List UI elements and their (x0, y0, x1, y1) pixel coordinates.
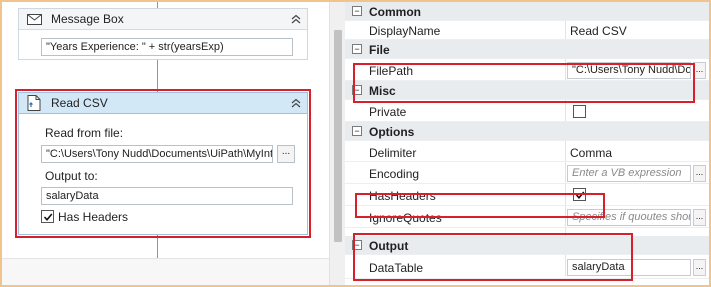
category-label: File (369, 43, 390, 57)
private-checkbox[interactable] (573, 105, 586, 118)
properties-panel: − Common DisplayName Read CSV − File Fil… (345, 2, 709, 285)
category-misc[interactable]: − Misc (345, 81, 709, 100)
read-from-file-label: Read from file: (45, 126, 124, 140)
category-label: Common (369, 5, 421, 19)
browse-button[interactable]: ... (693, 165, 706, 182)
property-name: HasHeaders (369, 189, 436, 203)
property-delimiter[interactable]: Delimiter Comma (345, 141, 709, 162)
category-label: Output (369, 239, 409, 253)
property-data-table[interactable]: DataTable salaryData ... (345, 255, 709, 279)
property-name: FilePath (369, 64, 414, 78)
message-box-activity[interactable]: Message Box "Years Experience: " + str(y… (18, 8, 308, 60)
browse-file-button[interactable]: ... (277, 145, 295, 163)
workflow-designer: Message Box "Years Experience: " + str(y… (2, 2, 345, 285)
checkmark-icon (575, 190, 584, 199)
read-csv-header[interactable]: Read CSV (19, 93, 307, 114)
property-name: Encoding (369, 167, 420, 181)
property-name: Private (369, 105, 407, 119)
read-csv-title: Read CSV (51, 96, 108, 110)
read-csv-activity[interactable]: Read CSV Read from file: "C:\Users\Tony … (18, 92, 308, 235)
collapse-chevron-icon[interactable] (289, 12, 303, 26)
encoding-input[interactable]: Enter a VB expression (567, 165, 691, 182)
designer-footer (2, 258, 329, 285)
output-variable-field[interactable]: salaryData (41, 187, 293, 205)
read-csv-icon (27, 95, 45, 111)
flow-connector (157, 235, 158, 258)
property-has-headers[interactable]: HasHeaders (345, 184, 709, 206)
ignore-quotes-input[interactable]: Specifies if quoutes should (567, 209, 691, 226)
checkmark-icon (43, 212, 52, 221)
property-display-name[interactable]: DisplayName Read CSV (345, 21, 709, 40)
file-path-field[interactable]: "C:\Users\Tony Nudd\Documents\UiPath\MyI… (41, 145, 273, 163)
collapse-toggle-icon[interactable]: − (352, 126, 362, 136)
category-label: Misc (369, 84, 396, 98)
property-file-path[interactable]: FilePath "C:\Users\Tony Nudd\Do ... (345, 59, 709, 81)
collapse-toggle-icon[interactable]: − (352, 6, 362, 16)
category-output[interactable]: − Output (345, 236, 709, 255)
property-name: IgnoreQuotes (369, 211, 442, 225)
category-options[interactable]: − Options (345, 122, 709, 141)
category-common[interactable]: − Common (345, 2, 709, 21)
collapse-toggle-icon[interactable]: − (352, 44, 362, 54)
file-path-input[interactable]: "C:\Users\Tony Nudd\Do (567, 62, 691, 79)
collapse-toggle-icon[interactable]: − (352, 240, 362, 250)
scrollbar-thumb[interactable] (334, 30, 342, 242)
flow-connector (157, 60, 158, 92)
property-name: DataTable (369, 261, 424, 275)
browse-button[interactable]: ... (693, 259, 706, 276)
message-text-field[interactable]: "Years Experience: " + str(yearsExp) (41, 38, 293, 56)
data-table-input[interactable]: salaryData (567, 259, 691, 276)
collapse-chevron-icon[interactable] (289, 96, 303, 110)
designer-scrollbar[interactable] (329, 2, 345, 285)
property-private[interactable]: Private (345, 100, 709, 122)
message-box-icon (27, 11, 45, 27)
property-encoding[interactable]: Encoding Enter a VB expression ... (345, 162, 709, 184)
property-name: Delimiter (369, 146, 417, 160)
message-box-title: Message Box (51, 12, 124, 26)
delimiter-value[interactable]: Comma (570, 146, 612, 160)
app-frame: Message Box "Years Experience: " + str(y… (2, 2, 709, 285)
has-headers-property-checkbox[interactable] (573, 188, 586, 201)
category-label: Options (369, 125, 415, 139)
category-file[interactable]: − File (345, 40, 709, 59)
property-ignore-quotes[interactable]: IgnoreQuotes Specifies if quoutes should… (345, 206, 709, 228)
has-headers-checkbox[interactable] (41, 210, 54, 223)
property-name: DisplayName (369, 24, 441, 38)
browse-button[interactable]: ... (693, 209, 706, 226)
display-name-value[interactable]: Read CSV (570, 24, 627, 38)
has-headers-label: Has Headers (58, 210, 129, 224)
browse-button[interactable]: ... (693, 62, 706, 79)
output-to-label: Output to: (45, 169, 98, 183)
message-box-header[interactable]: Message Box (19, 9, 307, 30)
collapse-toggle-icon[interactable]: − (352, 85, 362, 95)
